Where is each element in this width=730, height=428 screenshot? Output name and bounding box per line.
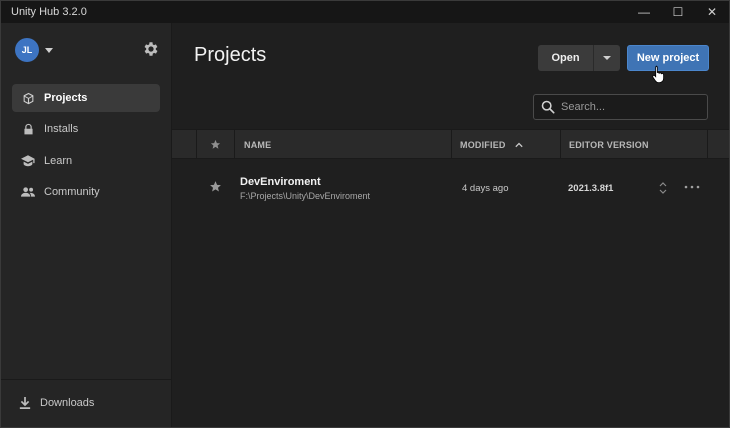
- sidebar-item-label: Community: [44, 185, 100, 198]
- column-label: MODIFIED: [460, 139, 506, 150]
- header-name-column[interactable]: NAME: [235, 130, 452, 159]
- search-box[interactable]: [533, 94, 708, 120]
- cube-icon: [21, 91, 35, 105]
- page-title: Projects: [194, 44, 267, 66]
- lock-icon: [21, 122, 35, 136]
- graduation-cap-icon: [21, 154, 35, 168]
- chevron-down-icon: [603, 56, 611, 60]
- star-icon: [210, 139, 221, 149]
- window-title: Unity Hub 3.2.0: [11, 6, 87, 18]
- sidebar-nav: Projects Installs Learn Community: [12, 84, 160, 209]
- sidebar-item-installs[interactable]: Installs: [12, 115, 160, 143]
- account-menu[interactable]: JL: [15, 38, 53, 62]
- open-button-group: Open: [538, 45, 620, 71]
- sidebar-item-label: Learn: [44, 154, 73, 167]
- sort-ascending-icon: [514, 142, 523, 147]
- sidebar-divider: [1, 379, 171, 380]
- sidebar-item-label: Installs: [44, 123, 79, 136]
- search-icon: [541, 100, 555, 114]
- people-icon: [21, 185, 35, 199]
- table-header: NAME MODIFIED EDITOR VERSION: [172, 129, 729, 159]
- more-options-icon[interactable]: [684, 184, 700, 190]
- header-modified-column[interactable]: MODIFIED: [452, 130, 561, 159]
- header-select-cell: [172, 130, 197, 159]
- main-panel: Projects Open New project NAME: [172, 23, 729, 427]
- table-row[interactable]: DevEnviroment F:\Projects\Unity\DevEnvir…: [172, 160, 729, 216]
- sidebar: JL Projects Installs Learn Community Dow…: [1, 23, 172, 427]
- title-bar: Unity Hub 3.2.0 — ☐ ✕: [1, 1, 729, 23]
- header-favorite-column[interactable]: [197, 130, 235, 159]
- sidebar-item-learn[interactable]: Learn: [12, 147, 160, 175]
- project-editor-version: 2021.3.8f1: [568, 183, 614, 194]
- downloads-label: Downloads: [40, 397, 95, 409]
- minimize-button[interactable]: —: [627, 1, 661, 23]
- search-input[interactable]: [561, 101, 701, 113]
- project-name: DevEnviroment: [240, 176, 321, 188]
- hand-pointer-icon: [652, 65, 664, 83]
- open-dropdown-button[interactable]: [593, 45, 620, 71]
- unity-hub-window: Unity Hub 3.2.0 — ☐ ✕ JL Projects Instal: [0, 0, 730, 428]
- header-editor-version-column[interactable]: EDITOR VERSION: [561, 130, 708, 159]
- version-select-icon[interactable]: [659, 181, 667, 195]
- downloads-button[interactable]: Downloads: [18, 396, 94, 410]
- maximize-button[interactable]: ☐: [661, 1, 695, 23]
- sidebar-item-label: Projects: [44, 92, 88, 104]
- sidebar-item-community[interactable]: Community: [12, 178, 160, 206]
- new-project-button[interactable]: New project: [627, 45, 709, 71]
- project-modified: 4 days ago: [462, 183, 509, 194]
- close-button[interactable]: ✕: [695, 1, 729, 23]
- avatar[interactable]: JL: [15, 38, 39, 62]
- gear-icon[interactable]: [142, 40, 160, 58]
- column-label: EDITOR VERSION: [569, 139, 649, 150]
- column-label: NAME: [244, 139, 272, 150]
- star-icon[interactable]: [209, 180, 222, 193]
- download-icon: [18, 396, 32, 410]
- open-button[interactable]: Open: [538, 45, 593, 71]
- sidebar-item-projects[interactable]: Projects: [12, 84, 160, 112]
- chevron-down-icon[interactable]: [45, 47, 53, 53]
- project-path: F:\Projects\Unity\DevEnviroment: [240, 191, 371, 201]
